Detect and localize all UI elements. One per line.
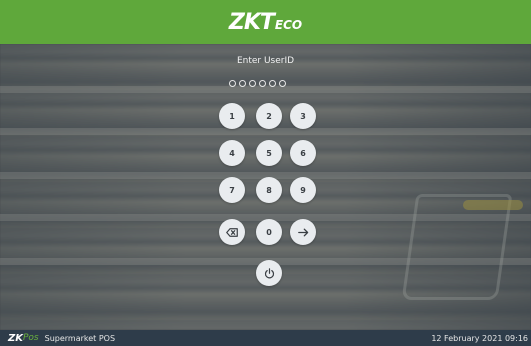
power-button[interactable] <box>256 260 282 286</box>
arrow-right-icon <box>297 228 308 236</box>
pin-dot <box>239 80 246 87</box>
pin-dot <box>229 80 236 87</box>
zkteco-logo: ZKT ECO <box>229 10 302 35</box>
logo-sub-text: ECO <box>274 17 303 32</box>
pin-dot <box>279 80 286 87</box>
pos-logo-text: Pos <box>23 333 39 343</box>
status-bar: ZK Pos Supermarket POS 12 February 2021 … <box>0 330 531 346</box>
pin-indicator <box>229 80 286 87</box>
numeric-keypad: 1 2 3 4 5 6 7 8 9 0 <box>219 103 319 295</box>
logo-main-text: ZKT <box>228 9 275 35</box>
header-bar: ZKT ECO <box>0 0 531 44</box>
backspace-icon <box>226 227 238 237</box>
key-3[interactable]: 3 <box>290 103 316 129</box>
login-prompt: Enter UserID <box>236 56 295 66</box>
pin-dot <box>249 80 256 87</box>
app-name: Supermarket POS <box>44 333 116 343</box>
key-8[interactable]: 8 <box>256 177 282 203</box>
pin-dot <box>259 80 266 87</box>
login-screen: ZKT ECO Enter UserID 1 2 3 4 5 6 7 8 9 0 <box>0 0 531 346</box>
key-2[interactable]: 2 <box>256 103 282 129</box>
key-5[interactable]: 5 <box>256 140 282 166</box>
zk-logo-text: ZK <box>8 332 23 344</box>
key-7[interactable]: 7 <box>219 177 245 203</box>
key-9[interactable]: 9 <box>290 177 316 203</box>
pin-dot <box>269 80 276 87</box>
enter-button[interactable] <box>290 219 316 245</box>
key-0[interactable]: 0 <box>256 219 282 245</box>
power-icon <box>264 267 274 278</box>
footer-brand: ZK Pos Supermarket POS <box>0 333 115 344</box>
backspace-button[interactable] <box>219 219 245 245</box>
key-4[interactable]: 4 <box>219 140 245 166</box>
key-6[interactable]: 6 <box>290 140 316 166</box>
date-time: 12 February 2021 09:16 <box>431 333 528 343</box>
key-1[interactable]: 1 <box>219 103 245 129</box>
